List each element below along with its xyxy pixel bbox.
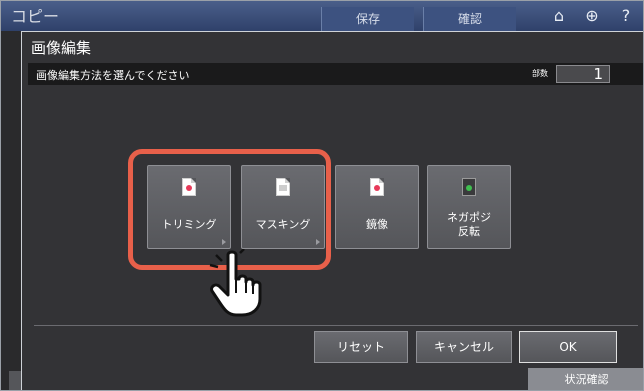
- background-tab: [9, 371, 21, 390]
- negapos-button[interactable]: ネガポジ 反転: [427, 165, 511, 249]
- tab-confirm[interactable]: 確認: [423, 7, 516, 31]
- cancel-button[interactable]: キャンセル: [416, 331, 512, 363]
- mirror-icon: [370, 178, 384, 196]
- ok-button[interactable]: OK: [519, 331, 617, 363]
- negapos-label-line1: ネガポジ: [447, 211, 491, 224]
- dialog-title: 画像編集: [31, 39, 92, 57]
- tab-save[interactable]: 保存: [321, 7, 414, 31]
- copies-label: 部数: [532, 69, 548, 78]
- divider: [34, 325, 638, 326]
- globe-icon[interactable]: ⊕: [581, 5, 603, 27]
- instruction-text: 画像編集方法を選んでください: [36, 69, 190, 82]
- status-button[interactable]: 状況確認: [528, 368, 643, 390]
- pointer-hand-icon: [209, 249, 262, 317]
- image-edit-dialog: 画像編集 画像編集方法を選んでください 部数 1 トリミング マスキング 鏡像 …: [21, 31, 643, 390]
- help-icon[interactable]: ?: [615, 5, 637, 27]
- reset-button[interactable]: リセット: [314, 331, 408, 363]
- negapos-label-line2: 反転: [458, 225, 480, 238]
- mirror-button[interactable]: 鏡像: [335, 165, 419, 249]
- app-title: コピー: [11, 7, 60, 26]
- copies-field[interactable]: 1: [556, 65, 610, 83]
- negapos-icon: [462, 178, 476, 196]
- copier-screen: コピー 保存 確認 ⌂ ⊕ ? 画像編集 画像編集方法を選んでください 部数 1…: [0, 0, 644, 391]
- instruction-bar: 画像編集方法を選んでください 部数 1: [28, 63, 643, 85]
- home-icon[interactable]: ⌂: [548, 5, 570, 27]
- mirror-label: 鏡像: [366, 218, 388, 231]
- background-screen: [1, 31, 21, 390]
- top-bar: コピー 保存 確認 ⌂ ⊕ ?: [1, 1, 643, 31]
